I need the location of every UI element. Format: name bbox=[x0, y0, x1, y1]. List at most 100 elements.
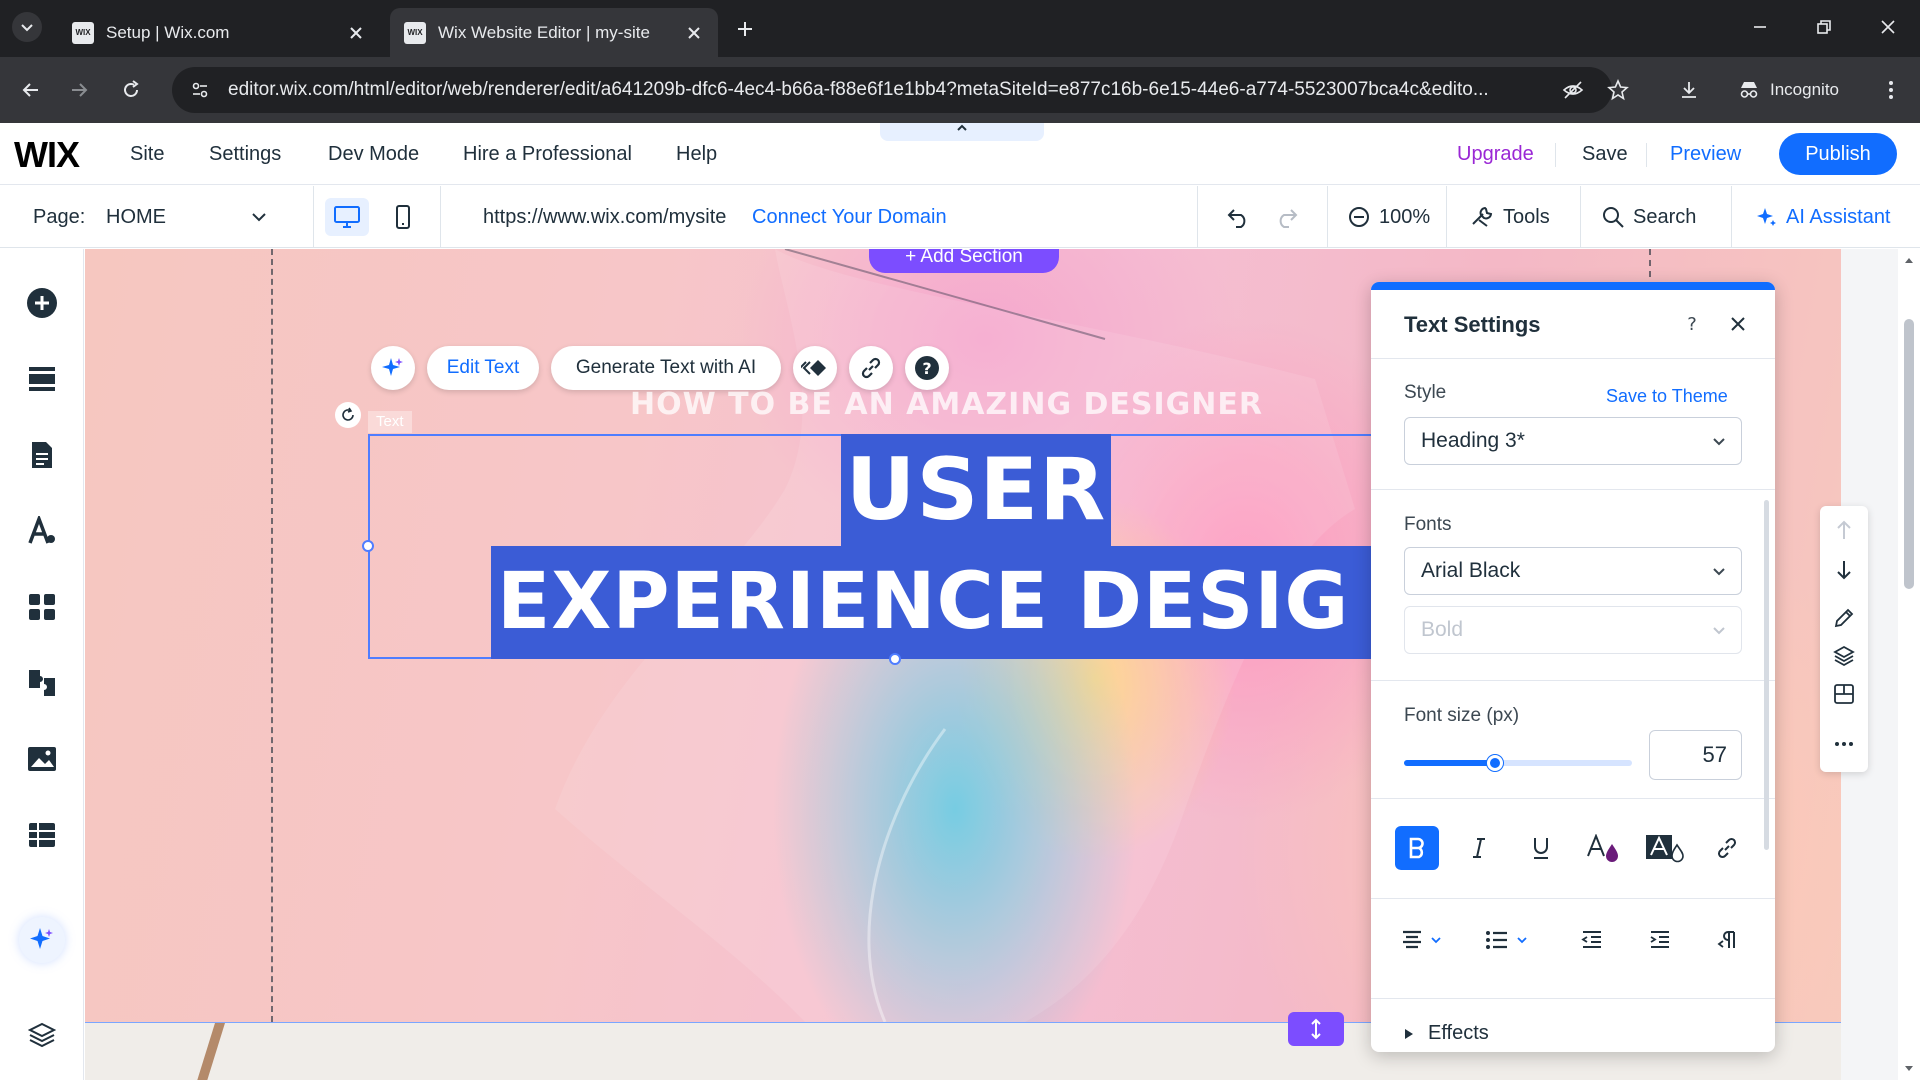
apps-icon[interactable] bbox=[22, 587, 62, 627]
font-size-slider[interactable] bbox=[1404, 755, 1632, 771]
collapse-toolbar-button[interactable] bbox=[880, 123, 1044, 141]
italic-button[interactable] bbox=[1457, 826, 1501, 870]
close-icon[interactable] bbox=[346, 23, 366, 43]
heading-line-2[interactable]: EXPERIENCE DESIG bbox=[491, 546, 1455, 659]
move-up-button[interactable] bbox=[1828, 514, 1860, 546]
font-size-input[interactable]: 57 bbox=[1649, 730, 1742, 780]
list-button[interactable] bbox=[1485, 922, 1529, 958]
bookmark-star-icon[interactable] bbox=[1601, 73, 1635, 107]
edit-design-button[interactable] bbox=[1828, 602, 1860, 634]
effects-section-toggle[interactable]: Effects bbox=[1404, 1022, 1489, 1045]
link-button[interactable] bbox=[849, 346, 893, 390]
style-dropdown[interactable]: Heading 3* bbox=[1404, 417, 1742, 465]
sections-icon[interactable] bbox=[22, 359, 62, 399]
scroll-thumb[interactable] bbox=[1904, 319, 1914, 589]
url-text[interactable]: editor.wix.com/html/editor/web/renderer/… bbox=[228, 79, 1568, 101]
tracking-protection-icon[interactable] bbox=[1556, 73, 1590, 107]
highlight-color-button[interactable] bbox=[1643, 826, 1687, 870]
menu-dev-mode[interactable]: Dev Mode bbox=[328, 143, 419, 166]
help-icon[interactable]: ? bbox=[1678, 310, 1706, 338]
menu-hire-professional[interactable]: Hire a Professional bbox=[463, 143, 632, 166]
help-button[interactable]: ? bbox=[905, 346, 949, 390]
rotate-handle[interactable] bbox=[335, 402, 361, 428]
heading-line-1[interactable]: USER bbox=[841, 434, 1111, 546]
slider-handle[interactable] bbox=[1487, 755, 1503, 771]
edit-text-button[interactable]: Edit Text bbox=[427, 346, 539, 390]
mobile-view-button[interactable] bbox=[381, 198, 425, 236]
font-weight-dropdown[interactable]: Bold bbox=[1404, 606, 1742, 654]
text-direction-button[interactable] bbox=[1717, 922, 1739, 958]
ai-text-button[interactable] bbox=[371, 346, 415, 390]
generate-text-ai-button[interactable]: Generate Text with AI bbox=[551, 346, 781, 390]
browser-tab-setup[interactable]: WIX Setup | Wix.com bbox=[58, 8, 380, 57]
decrease-indent-button[interactable] bbox=[1581, 922, 1603, 958]
text-color-button[interactable] bbox=[1581, 826, 1625, 870]
panel-scrollbar[interactable] bbox=[1764, 500, 1769, 850]
minimize-button[interactable] bbox=[1742, 12, 1778, 42]
zoom-button[interactable]: 100% bbox=[1347, 200, 1430, 234]
link-button[interactable] bbox=[1705, 826, 1749, 870]
undo-button[interactable] bbox=[1226, 200, 1260, 234]
tab-search-button[interactable] bbox=[12, 12, 42, 42]
menu-help[interactable]: Help bbox=[676, 143, 717, 166]
forward-button[interactable] bbox=[62, 73, 96, 107]
text-align-button[interactable] bbox=[1401, 922, 1443, 958]
back-button[interactable] bbox=[14, 73, 48, 107]
tools-button[interactable]: Tools bbox=[1469, 200, 1550, 234]
redo-button[interactable] bbox=[1273, 200, 1307, 234]
omnibox[interactable]: editor.wix.com/html/editor/web/renderer/… bbox=[172, 67, 1612, 113]
upgrade-button[interactable]: Upgrade bbox=[1457, 143, 1534, 166]
bold-button[interactable] bbox=[1395, 826, 1439, 870]
new-tab-button[interactable] bbox=[730, 14, 760, 44]
layers-icon[interactable] bbox=[22, 1015, 62, 1055]
site-info-icon[interactable] bbox=[180, 67, 220, 113]
search-button[interactable]: Search bbox=[1601, 200, 1696, 234]
layout-button[interactable] bbox=[1828, 678, 1860, 710]
add-elements-icon[interactable] bbox=[22, 283, 62, 323]
scroll-down-icon[interactable] bbox=[1903, 1064, 1915, 1074]
font-family-dropdown[interactable]: Arial Black bbox=[1404, 547, 1742, 595]
restore-button[interactable] bbox=[1806, 12, 1842, 42]
canvas-scrollbar[interactable] bbox=[1898, 249, 1920, 1080]
move-down-button[interactable] bbox=[1828, 554, 1860, 586]
animation-button[interactable] bbox=[793, 346, 837, 390]
publish-button[interactable]: Publish bbox=[1779, 133, 1897, 175]
menu-site[interactable]: Site bbox=[130, 143, 164, 166]
close-icon[interactable] bbox=[1724, 310, 1752, 338]
add-section-button[interactable]: + Add Section bbox=[869, 249, 1059, 273]
preview-button[interactable]: Preview bbox=[1670, 143, 1741, 166]
cms-icon[interactable] bbox=[22, 815, 62, 855]
ai-assistant-button[interactable]: AI Assistant bbox=[1756, 200, 1891, 234]
chevron-down-icon[interactable] bbox=[250, 208, 268, 226]
business-apps-icon[interactable] bbox=[22, 663, 62, 703]
more-actions-button[interactable] bbox=[1828, 728, 1860, 760]
save-to-theme-link[interactable]: Save to Theme bbox=[1606, 386, 1728, 407]
browser-menu-button[interactable] bbox=[1874, 73, 1908, 107]
increase-indent-button[interactable] bbox=[1649, 922, 1671, 958]
layers-button[interactable] bbox=[1828, 640, 1860, 672]
underline-button[interactable] bbox=[1519, 826, 1563, 870]
download-icon[interactable] bbox=[1672, 73, 1706, 107]
desktop-view-button[interactable] bbox=[325, 198, 369, 236]
menu-settings[interactable]: Settings bbox=[209, 143, 281, 166]
scroll-up-icon[interactable] bbox=[1903, 255, 1915, 265]
connect-domain-link[interactable]: Connect Your Domain bbox=[752, 206, 947, 229]
close-icon[interactable] bbox=[684, 23, 704, 43]
subheading-text[interactable]: HOW TO BE AN AMAZING DESIGNER bbox=[630, 387, 1262, 422]
site-design-icon[interactable] bbox=[22, 511, 62, 551]
resize-handle-left[interactable] bbox=[362, 540, 374, 552]
pages-icon[interactable] bbox=[22, 435, 62, 475]
reload-button[interactable] bbox=[114, 73, 148, 107]
media-icon[interactable] bbox=[22, 739, 62, 779]
stretch-section-button[interactable] bbox=[1288, 1012, 1344, 1046]
browser-address-bar: editor.wix.com/html/editor/web/renderer/… bbox=[0, 57, 1920, 123]
save-button[interactable]: Save bbox=[1582, 143, 1628, 166]
resize-handle-bottom[interactable] bbox=[889, 653, 901, 665]
incognito-indicator[interactable]: Incognito bbox=[1724, 69, 1853, 111]
browser-tab-editor[interactable]: WIX Wix Website Editor | my-site bbox=[390, 8, 718, 57]
wix-logo[interactable]: WIX bbox=[14, 134, 80, 176]
panel-accent-bar bbox=[1371, 282, 1775, 290]
page-selector[interactable]: HOME bbox=[106, 206, 166, 229]
close-window-button[interactable] bbox=[1870, 12, 1906, 42]
ai-sparkle-icon[interactable] bbox=[19, 917, 65, 963]
